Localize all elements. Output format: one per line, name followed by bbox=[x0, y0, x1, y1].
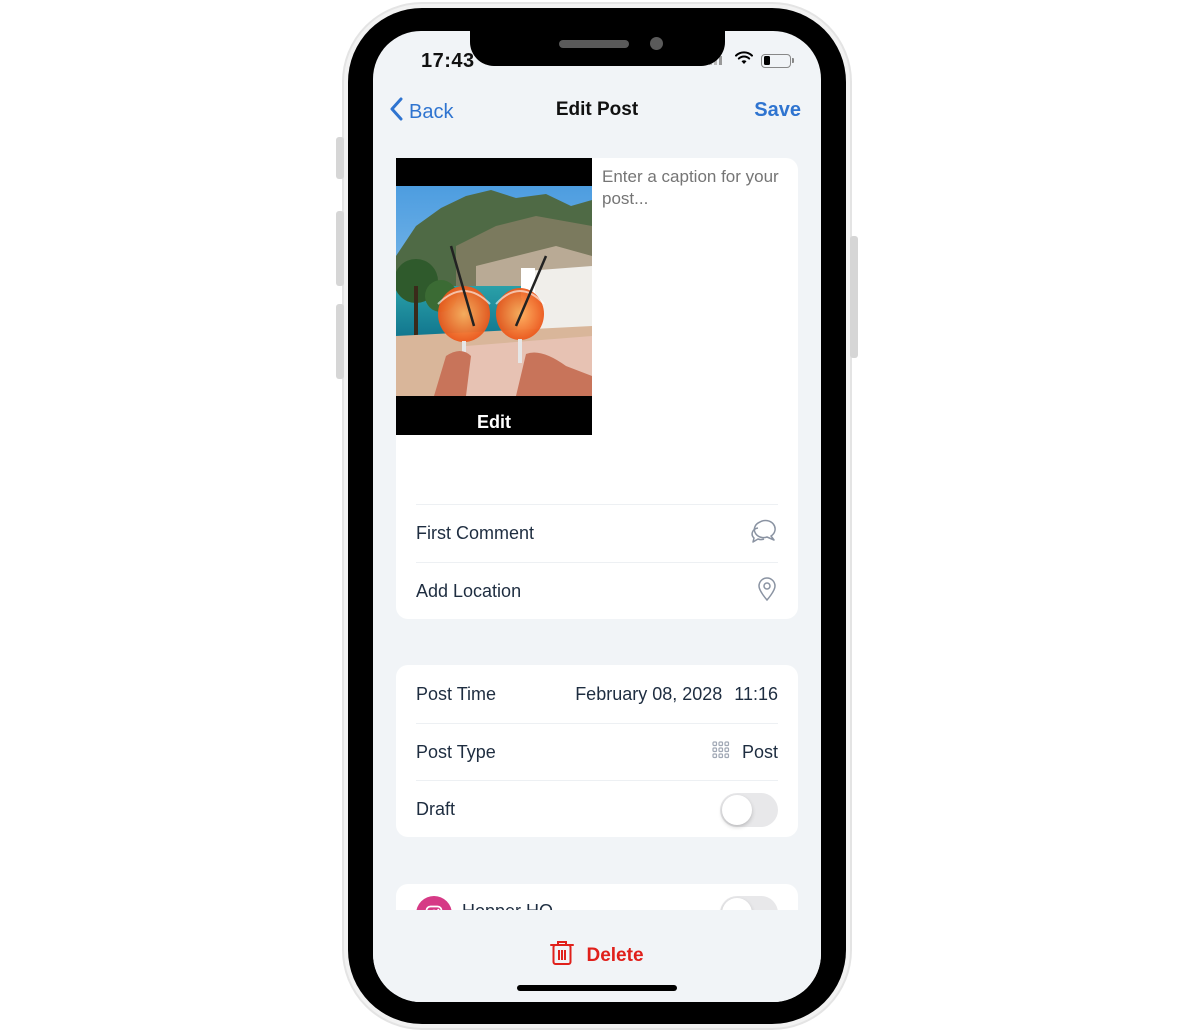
mute-switch bbox=[336, 137, 344, 179]
chat-bubbles-icon bbox=[750, 518, 778, 549]
post-settings-card: Post Time February 08, 2028 11:16 Post T… bbox=[396, 665, 798, 837]
front-camera bbox=[650, 37, 663, 50]
media-preview[interactable]: Edit bbox=[396, 158, 592, 435]
caption-input[interactable] bbox=[602, 166, 787, 366]
first-comment-label: First Comment bbox=[416, 523, 535, 543]
toggle-knob bbox=[722, 794, 752, 825]
map-pin-icon bbox=[756, 576, 778, 607]
volume-up-button bbox=[336, 211, 344, 286]
post-time-label: Post Time bbox=[416, 683, 497, 704]
battery-icon bbox=[761, 53, 794, 68]
post-content-card: Edit First Comment Add Location bbox=[396, 158, 798, 619]
first-comment-row[interactable]: First Comment bbox=[416, 504, 778, 562]
post-type-row[interactable]: Post Type Post bbox=[416, 723, 778, 781]
volume-down-button bbox=[336, 304, 344, 379]
trash-icon bbox=[550, 940, 575, 972]
delete-label: Delete bbox=[586, 945, 644, 966]
add-location-label: Add Location bbox=[416, 581, 522, 601]
power-button bbox=[850, 236, 858, 358]
battery-level bbox=[763, 56, 770, 65]
save-button[interactable]: Save bbox=[754, 99, 801, 122]
grid-icon bbox=[712, 741, 730, 764]
post-time-row[interactable]: Post Time February 08, 2028 11:16 bbox=[416, 665, 778, 723]
post-type-label: Post Type bbox=[416, 742, 496, 762]
navigation-bar: Back Edit Post Save bbox=[373, 93, 821, 133]
status-time: 17:43 bbox=[421, 50, 475, 72]
app-screen: 17:43 Back Edit Post Save Edit Enter a c… bbox=[373, 31, 821, 1002]
delete-button[interactable]: Delete bbox=[373, 940, 821, 972]
draft-label: Draft bbox=[416, 799, 456, 819]
edit-media-button[interactable]: Edit bbox=[396, 412, 592, 433]
post-date[interactable]: February 08, 2028 bbox=[575, 684, 722, 705]
post-image bbox=[396, 186, 592, 396]
speaker-grille bbox=[559, 40, 629, 48]
bottom-bar: Delete bbox=[373, 910, 821, 1002]
post-time-value[interactable]: February 08, 2028 11:16 bbox=[575, 684, 778, 705]
add-location-row[interactable]: Add Location bbox=[416, 562, 778, 620]
home-indicator bbox=[517, 985, 677, 991]
wifi-icon bbox=[735, 51, 753, 70]
post-time[interactable]: 11:16 bbox=[734, 684, 778, 705]
draft-toggle[interactable] bbox=[720, 792, 778, 827]
draft-row: Draft bbox=[416, 780, 778, 838]
post-type-value[interactable]: Post bbox=[712, 741, 778, 764]
post-type-text: Post bbox=[741, 742, 778, 762]
